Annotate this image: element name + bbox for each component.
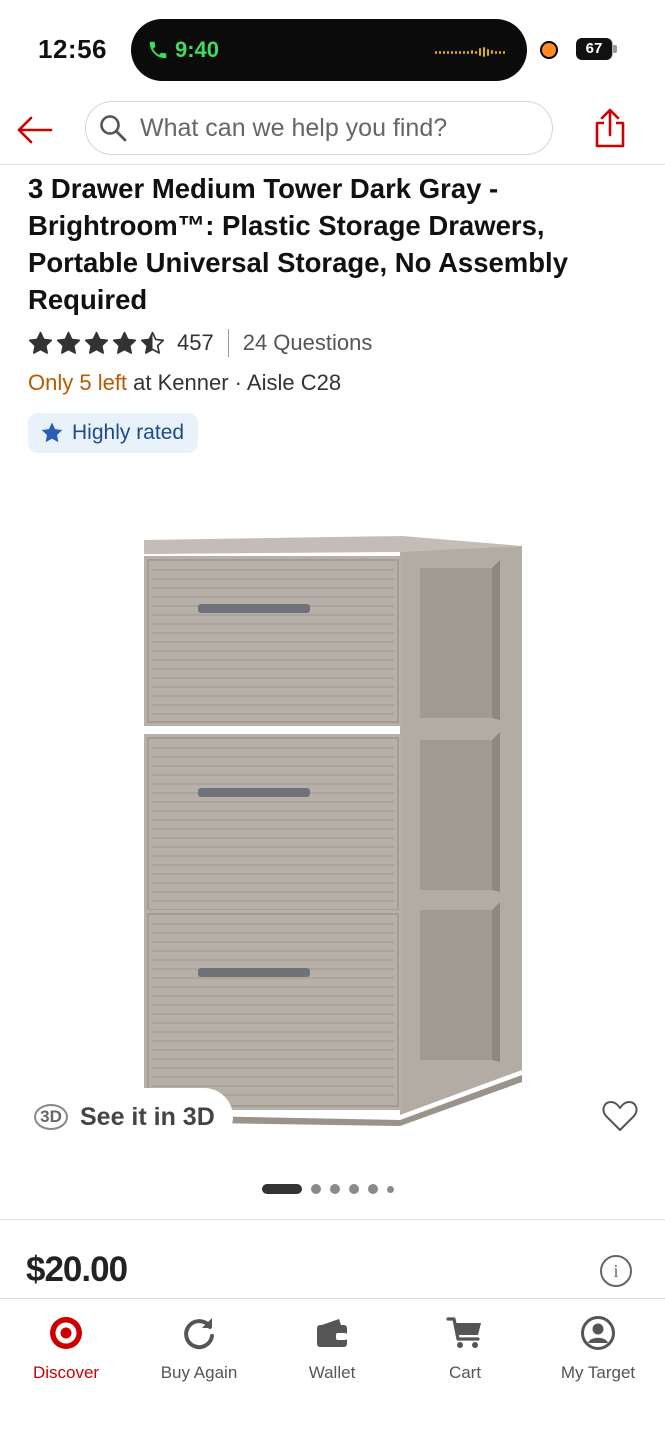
back-button[interactable] (12, 108, 56, 152)
drawer-2 (144, 734, 402, 914)
share-icon (595, 108, 625, 148)
drawer-3 (144, 910, 402, 1110)
header-divider (0, 164, 665, 165)
rating-star-icon (112, 331, 137, 354)
highly-rated-badge: Highly rated (28, 413, 199, 453)
review-count[interactable]: 457 (177, 330, 214, 356)
rating-star-icon (140, 331, 165, 354)
see-in-3d-button[interactable]: 3D See it in 3D (0, 1088, 233, 1146)
status-time: 12:56 (38, 34, 107, 64)
recording-indicator-icon (540, 41, 558, 59)
carousel-dot[interactable] (387, 1185, 394, 1193)
carousel-dot[interactable] (262, 1184, 302, 1194)
stock-info[interactable]: Only 5 left at Kenner · Aisle C28 (28, 370, 341, 396)
nav-label-my-target: My Target (560, 1363, 636, 1382)
nav-wallet[interactable]: Wallet (266, 1311, 398, 1383)
refresh-icon (184, 1318, 214, 1350)
nav-label-buy-again: Buy Again (160, 1363, 238, 1382)
search-icon (100, 115, 127, 142)
heart-icon (602, 1101, 638, 1131)
product-title: 3 Drawer Medium Tower Dark Gray - Bright… (28, 173, 568, 315)
rating-star-icon (56, 331, 81, 354)
search-input[interactable] (138, 112, 542, 144)
star-icon (41, 422, 63, 443)
carousel-dot[interactable] (368, 1184, 378, 1194)
badge-label: Highly rated (72, 421, 185, 444)
target-logo-icon (50, 1317, 82, 1349)
battery-tip (613, 45, 617, 53)
favorite-button[interactable] (598, 1094, 642, 1138)
dynamic-island[interactable]: 9:40 (131, 19, 527, 81)
drawer-1 (144, 556, 402, 726)
cart-icon (446, 1317, 481, 1348)
stock-location: at Kenner · Aisle C28 (127, 370, 342, 395)
price-info-button[interactable]: i (600, 1255, 632, 1287)
rating-star-icon (84, 331, 109, 354)
carousel-dot[interactable] (311, 1184, 321, 1194)
nav-label-cart: Cart (448, 1363, 482, 1382)
battery-icon: 67 (576, 38, 612, 60)
phone-icon (149, 41, 167, 59)
call-time: 9:40 (175, 37, 220, 62)
arrow-left-icon (17, 116, 53, 144)
info-icon: i (613, 1261, 619, 1281)
nav-cart[interactable]: Cart (399, 1311, 531, 1383)
search-bar[interactable] (85, 101, 553, 155)
share-button[interactable] (588, 104, 632, 152)
rating-star-icon (28, 331, 53, 354)
product-price: $20.00 (26, 1250, 128, 1289)
audio-waveform-icon (435, 47, 505, 57)
nav-buy-again[interactable]: Buy Again (133, 1311, 265, 1383)
nav-discover[interactable]: Discover (0, 1311, 132, 1383)
nav-my-target[interactable]: My Target (532, 1311, 664, 1383)
nav-label-wallet: Wallet (308, 1363, 356, 1382)
see-in-3d-label: See it in 3D (80, 1102, 215, 1131)
nav-label-discover: Discover (32, 1363, 100, 1382)
questions-link[interactable]: 24 Questions (243, 330, 373, 356)
3d-view-icon: 3D (34, 1104, 68, 1130)
account-icon (581, 1316, 615, 1350)
image-carousel-indicator[interactable] (262, 1184, 394, 1194)
stock-left-count: Only 5 left (28, 370, 128, 395)
wallet-icon (317, 1319, 347, 1347)
product-image[interactable] (130, 530, 530, 1130)
call-indicator: 9:40 (147, 32, 219, 68)
bottom-navigation: Discover Buy Again Wallet Cart My Target (0, 1298, 665, 1440)
rating-row: 457 24 Questions (28, 326, 372, 360)
rating-stars[interactable] (28, 331, 165, 356)
carousel-dot[interactable] (330, 1184, 340, 1194)
price-divider (0, 1219, 665, 1220)
carousel-dot[interactable] (349, 1184, 359, 1194)
rating-divider (227, 329, 229, 357)
